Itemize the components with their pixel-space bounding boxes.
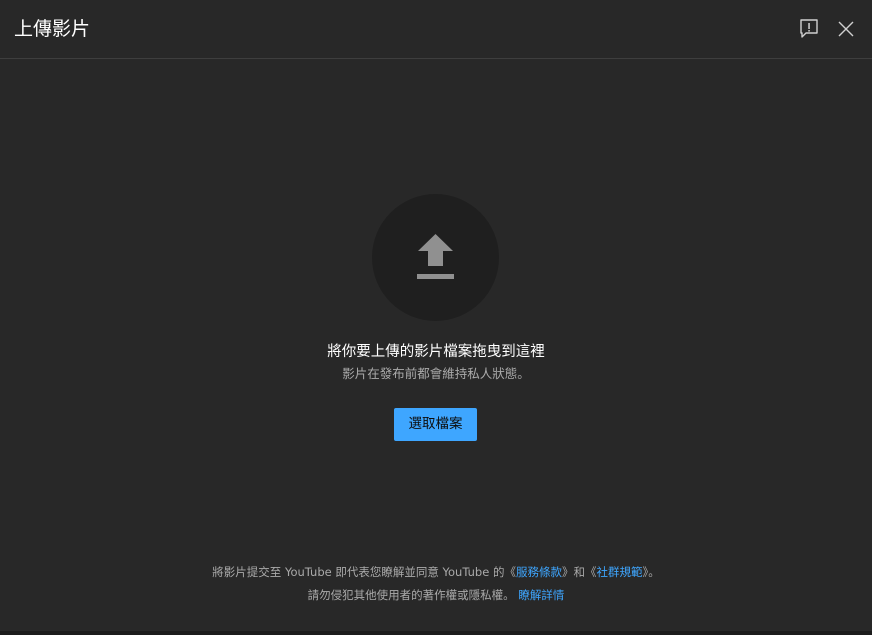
close-icon [838,21,854,37]
copyright-notice-text: 請勿侵犯其他使用者的著作權或隱私權。 [307,588,515,602]
dialog-header: 上傳影片 [0,0,872,59]
feedback-button[interactable] [797,17,821,41]
select-files-button[interactable]: 選取檔案 [394,408,477,441]
terms-notice: 將影片提交至 YouTube 即代表您瞭解並同意 YouTube 的《服務條款》… [0,564,872,580]
upload-video-dialog: 上傳影片 將你要上傳的影片檔案拖曳到這裡 影片在發布前都會維持私人狀態。 選取檔… [0,0,872,635]
close-button[interactable] [834,17,858,41]
copyright-notice: 請勿侵犯其他使用者的著作權或隱私權。 瞭解詳情 [0,587,872,603]
terms-notice-middle: 》和《 [561,565,597,579]
feedback-icon [800,19,818,38]
terms-notice-suffix: 》。 [642,565,660,579]
learn-more-link[interactable]: 瞭解詳情 [518,588,564,602]
terms-notice-prefix: 將影片提交至 YouTube 即代表您瞭解並同意 YouTube 的《 [212,565,516,579]
community-guidelines-link[interactable]: 社群規範 [596,565,642,579]
upload-drop-zone[interactable] [372,194,499,321]
privacy-note: 影片在發布前都會維持私人狀態。 [342,366,530,381]
terms-of-service-link[interactable]: 服務條款 [516,565,562,579]
dialog-title: 上傳影片 [14,18,91,40]
bottom-edge [0,631,872,635]
drop-instruction: 將你要上傳的影片檔案拖曳到這裡 [327,344,545,360]
upload-arrow-icon [417,234,454,279]
